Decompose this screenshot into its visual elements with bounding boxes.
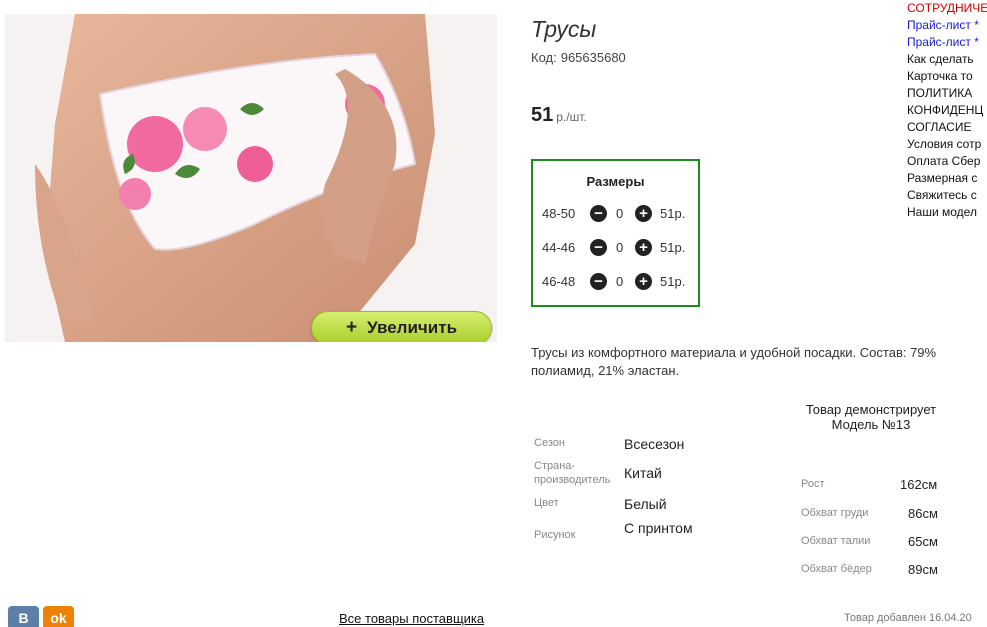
model-heading: Товар демонстрирует Модель №13 (805, 402, 937, 432)
property-value: Всесезон (624, 436, 685, 452)
sizes-title: Размеры (586, 174, 645, 189)
product-code-value: 965635680 (560, 50, 626, 65)
property-key: Цвет (534, 497, 559, 509)
ok-icon[interactable]: ok (43, 606, 74, 627)
sidebar-link-privacy[interactable]: КОНФИДЕНЦ (907, 102, 987, 119)
product-description: Трусы из комфортного материала и удобной… (531, 345, 937, 378)
product-price: 51 р./шт. (531, 104, 587, 127)
vk-icon[interactable]: В (8, 606, 39, 627)
property-value: Белый (624, 496, 667, 512)
added-date: Товар добавлен 16.04.20 (844, 612, 972, 624)
plus-icon[interactable]: + (635, 204, 652, 222)
zoom-button-label: Увеличить (367, 318, 458, 337)
plus-icon[interactable]: + (635, 238, 652, 256)
property-key: Сезон (534, 437, 565, 449)
model-row: Обхват груди 86см (801, 506, 961, 521)
model-value: 89см (908, 562, 938, 577)
sidebar-link-how-to[interactable]: Как сделать (907, 51, 987, 68)
minus-icon[interactable]: − (590, 272, 607, 290)
sidebar-link-cooperation[interactable]: СОТРУДНИЧЕ (907, 0, 987, 17)
sidebar-link-contact[interactable]: Свяжитесь с (907, 187, 987, 204)
product-title: Трусы (531, 16, 597, 42)
property-value: С принтом (624, 520, 693, 536)
sidebar-link-consent[interactable]: СОГЛАСИЕ (907, 119, 987, 136)
size-label: 46-48 (542, 273, 576, 289)
social-buttons: В ok (8, 606, 74, 627)
model-value: 162см (900, 477, 938, 492)
sidebar-link-size-chart[interactable]: Размерная с (907, 170, 987, 187)
plus-icon[interactable]: + (635, 272, 652, 290)
size-row: 48-50 − 0 + 51р. (533, 203, 698, 223)
property-key: Страна-производитель (534, 460, 611, 486)
model-key: Обхват талии (801, 535, 871, 547)
sidebar-link-payment[interactable]: Оплата Сбер (907, 153, 987, 170)
price-unit: р./шт. (556, 110, 587, 124)
sidebar-link-terms[interactable]: Условия сотр (907, 136, 987, 153)
size-quantity: 0 (616, 239, 624, 255)
property-value: Китай (624, 465, 662, 481)
size-price: 51р. (660, 273, 686, 289)
size-label: 44-46 (542, 239, 576, 255)
size-label: 48-50 (542, 205, 576, 221)
size-price: 51р. (660, 205, 686, 221)
model-value: 86см (908, 506, 938, 521)
plus-icon: + (345, 317, 358, 338)
sidebar-link-card[interactable]: Карточка то (907, 68, 987, 85)
product-photo[interactable]: + Увеличить (5, 14, 497, 342)
size-row: 44-46 − 0 + 51р. (533, 237, 698, 257)
size-row: 46-48 − 0 + 51р. (533, 271, 698, 291)
sidebar-links: СОТРУДНИЧЕ Прайс-лист * Прайс-лист * Как… (907, 0, 987, 221)
model-row: Рост 162см (801, 477, 961, 492)
size-quantity: 0 (616, 205, 624, 221)
model-row: Обхват бёдер 89см (801, 562, 961, 577)
product-code: Код: 965635680 (531, 50, 626, 65)
minus-icon[interactable]: − (590, 238, 607, 256)
model-key: Обхват груди (801, 507, 869, 519)
size-price: 51р. (660, 239, 686, 255)
zoom-button[interactable]: + Увеличить (311, 311, 492, 342)
product-image (5, 14, 497, 342)
model-value: 65см (908, 534, 938, 549)
minus-icon[interactable]: − (590, 204, 607, 222)
sizes-panel: Размеры 48-50 − 0 + 51р. 44-46 − 0 + 51р… (531, 159, 700, 307)
model-key: Обхват бёдер (801, 563, 872, 575)
all-supplier-goods-link[interactable]: Все товары поставщика (339, 611, 484, 626)
model-row: Обхват талии 65см (801, 534, 961, 549)
property-key: Рисунок (534, 529, 576, 541)
model-key: Рост (801, 478, 825, 490)
sidebar-link-models[interactable]: Наши модел (907, 204, 987, 221)
size-quantity: 0 (616, 273, 624, 289)
product-code-label: Код: (531, 50, 557, 65)
sidebar-link-price-list[interactable]: Прайс-лист * (907, 34, 987, 51)
price-value: 51 (531, 104, 554, 126)
sidebar-link-policy[interactable]: ПОЛИТИКА (907, 85, 987, 102)
sidebar-link-price-list[interactable]: Прайс-лист * (907, 17, 987, 34)
